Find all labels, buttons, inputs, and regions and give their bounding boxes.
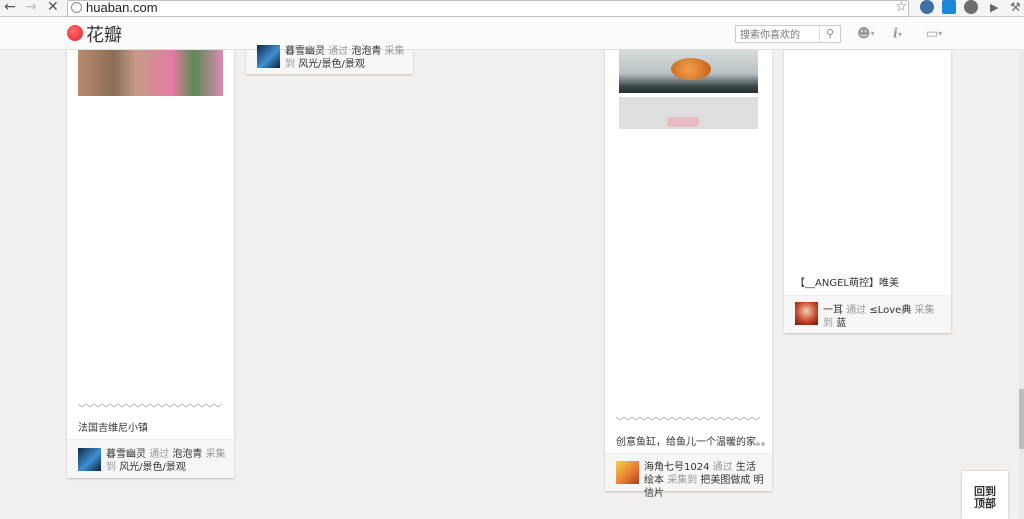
- zigzag-divider: [616, 416, 761, 421]
- pin-footer: 一耳 通过 ≤Love典 采集到 蓝: [784, 295, 951, 333]
- address-bar[interactable]: huaban.com: [67, 0, 909, 17]
- user-link[interactable]: 暮雪幽灵: [285, 46, 325, 57]
- user-avatar[interactable]: [257, 45, 280, 68]
- stop-icon[interactable]: ✕: [47, 0, 59, 16]
- scrollbar-thumb[interactable]: [1019, 389, 1024, 449]
- logo[interactable]: 花瓣: [86, 21, 122, 47]
- pin-card[interactable]: 暮雪幽灵 通过 泡泡青 采集 到 风光/景色/景观: [246, 45, 413, 74]
- source-link[interactable]: ≤Love典: [869, 305, 911, 316]
- extension-icon[interactable]: [920, 0, 934, 14]
- pin-footer: 暮雪幽灵 通过 泡泡青 采集 到 风光/景色/景观: [67, 439, 234, 478]
- board-link[interactable]: 风光/景色/景观: [119, 462, 186, 473]
- browser-toolbar: ← → ✕ huaban.com ☆ ▶ ⚒: [0, 0, 1024, 17]
- user-menu-icon[interactable]: ☻▾: [857, 26, 875, 42]
- user-link[interactable]: 暮雪幽灵: [106, 449, 146, 460]
- zigzag-divider: [78, 403, 223, 408]
- scrollbar[interactable]: [1019, 49, 1024, 519]
- search-input[interactable]: [738, 26, 822, 44]
- pin-description: 创意鱼缸，给鱼儿一个温暖的家。。: [616, 437, 771, 448]
- pin-footer: 暮雪幽灵 通过 泡泡青 采集 到 风光/景色/景观: [246, 45, 413, 74]
- pin-image[interactable]: [619, 50, 758, 93]
- back-icon[interactable]: ←: [4, 0, 16, 16]
- back-to-top-button[interactable]: 回到 顶部: [962, 471, 1008, 519]
- user-avatar[interactable]: [616, 461, 639, 484]
- pin-card[interactable]: 【__ANGEL萌控】唯美 一耳 通过 ≤Love典 采集到 蓝: [784, 50, 951, 333]
- object-shape: [667, 117, 699, 127]
- pin-image[interactable]: [619, 97, 758, 129]
- pin-description: 法国吉维尼小镇: [78, 423, 148, 434]
- board-menu-icon[interactable]: ▭▾: [926, 26, 942, 42]
- extension-icon[interactable]: [942, 0, 956, 14]
- pin-meta: 一耳 通过 ≤Love典 采集到 蓝: [823, 305, 935, 329]
- pin-card[interactable]: 创意鱼缸，给鱼儿一个温暖的家。。 海角七号1024 通过 生活绘本 采集到 把美…: [605, 50, 772, 499]
- star-icon[interactable]: ☆: [895, 0, 908, 16]
- user-avatar[interactable]: [795, 302, 818, 325]
- play-icon[interactable]: ▶: [990, 0, 998, 16]
- pin-card[interactable]: 法国吉维尼小镇 暮雪幽灵 通过 泡泡青 采集 到 风光/景色/景观: [67, 50, 234, 478]
- logo-icon[interactable]: [67, 25, 83, 41]
- goldfish: [671, 58, 711, 80]
- pin-meta: 暮雪幽灵 通过 泡泡青 采集 到 风光/景色/景观: [106, 449, 226, 473]
- site-header: 花瓣 ⚲ ☻▾ i▾ ▭▾: [0, 17, 1024, 50]
- pin-meta: 海角七号1024 通过 生活绘本 采集到 把美图做成 明信片: [644, 462, 764, 499]
- chrome-icon[interactable]: [964, 0, 978, 14]
- info-menu-icon[interactable]: i▾: [893, 26, 902, 42]
- forward-icon[interactable]: →: [25, 0, 37, 16]
- pin-image[interactable]: [78, 50, 223, 96]
- address-text[interactable]: huaban.com: [86, 0, 158, 15]
- board-link[interactable]: 风光/景色/景观: [298, 59, 365, 70]
- pin-meta: 暮雪幽灵 通过 泡泡青 采集 到 风光/景色/景观: [285, 46, 405, 70]
- board-link[interactable]: 蓝: [836, 318, 846, 329]
- search-icon[interactable]: ⚲: [819, 26, 840, 42]
- source-link[interactable]: 泡泡青: [172, 449, 202, 460]
- wrench-icon[interactable]: ⚒: [1010, 0, 1021, 16]
- search-box: ⚲: [735, 25, 841, 44]
- pin-footer: 海角七号1024 通过 生活绘本 采集到 把美图做成 明信片: [605, 453, 772, 499]
- globe-icon: [71, 2, 82, 13]
- user-avatar[interactable]: [78, 448, 101, 471]
- user-link[interactable]: 一耳: [823, 305, 843, 316]
- source-link[interactable]: 泡泡青: [351, 46, 381, 57]
- pin-description: 【__ANGEL萌控】唯美: [795, 278, 899, 289]
- user-link[interactable]: 海角七号1024: [644, 462, 709, 473]
